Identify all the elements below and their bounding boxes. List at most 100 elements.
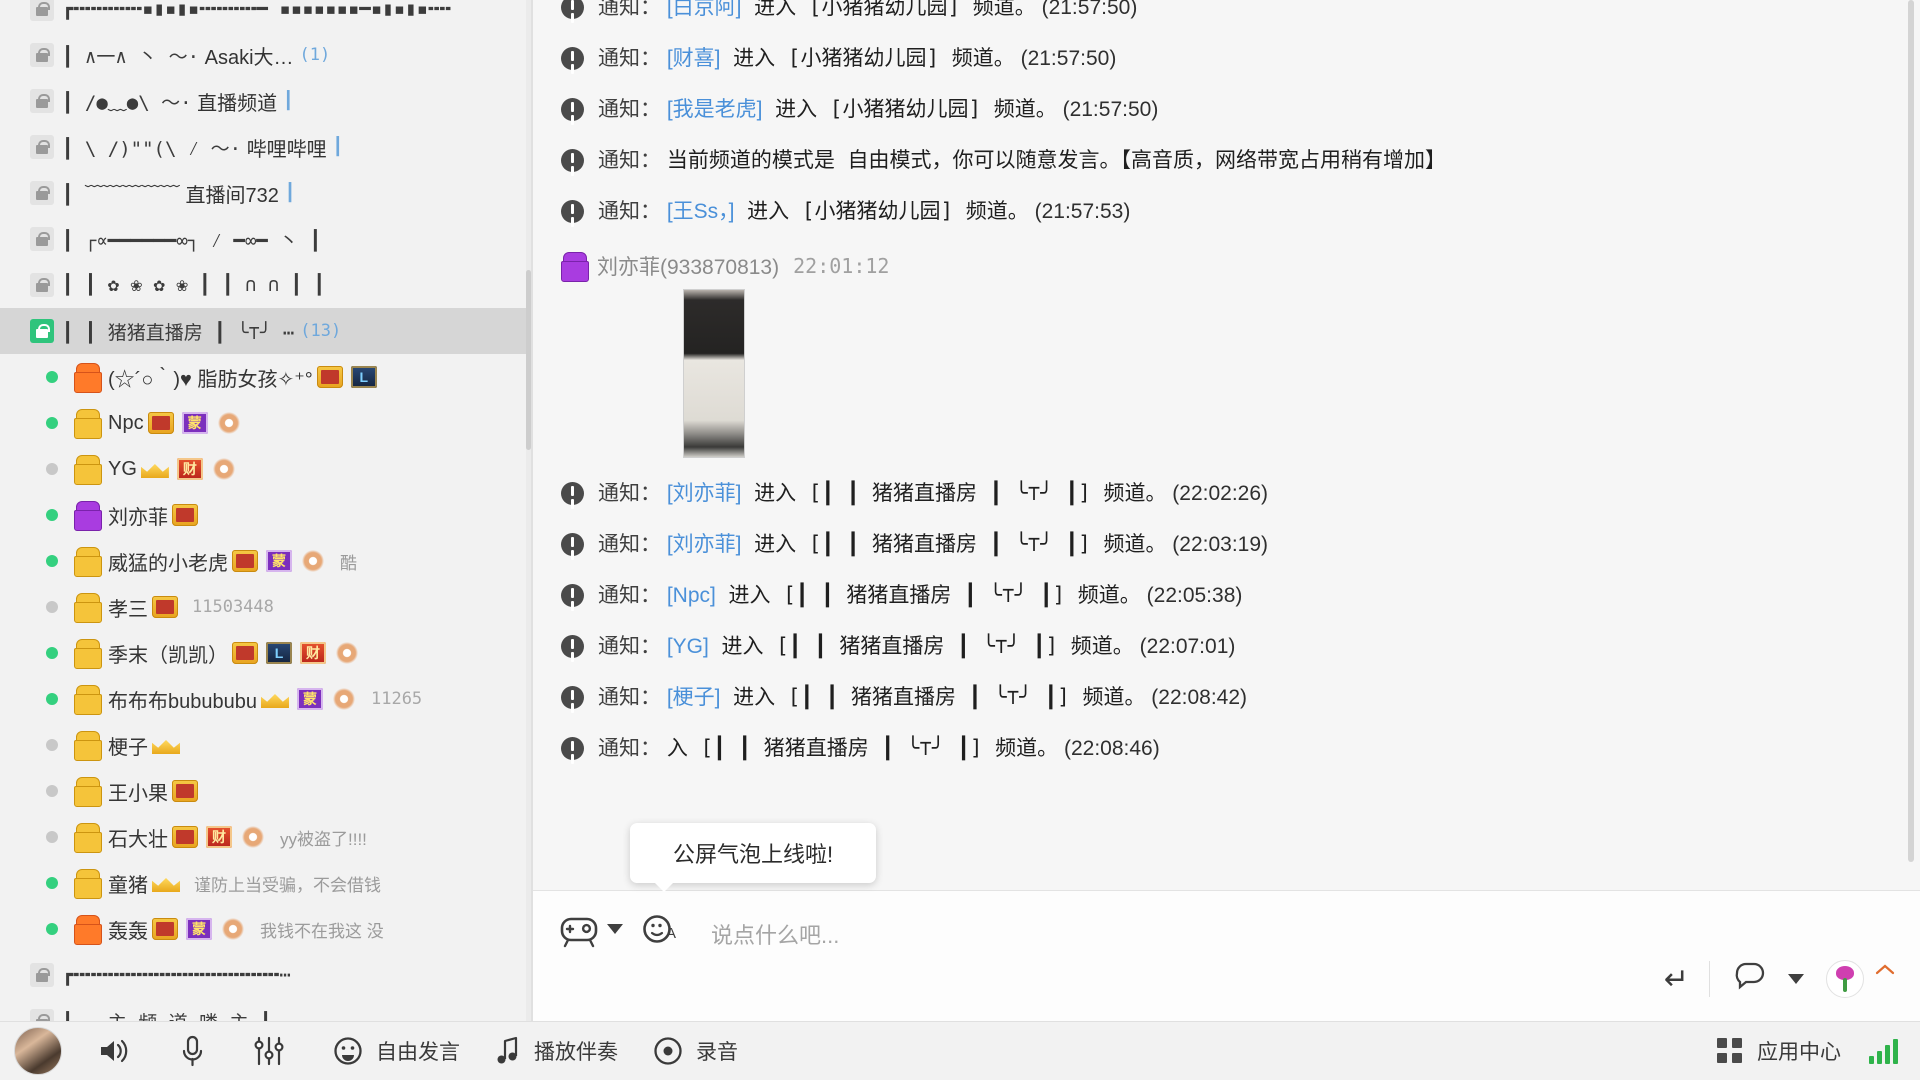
free-speech-label: 自由发言 [376, 1041, 460, 1064]
channel-row[interactable]: ┃ ▬ 主 频 道 喽 主 ┃ ⋯ [0, 998, 531, 1022]
mixer-button[interactable] [252, 1035, 298, 1067]
status-bar-right[interactable]: 应用中心 [1717, 1036, 1898, 1066]
system-message: 通知： [我是老虎] 进入 [小猪猪幼儿园] 频道。 (21:57:50) [561, 84, 1920, 135]
online-status-dot [46, 831, 58, 843]
bottom-status-bar[interactable]: 自由发言 播放伴奏 录音 应用中心 [0, 1021, 1920, 1080]
online-status-dot [46, 739, 58, 751]
notice-prefix: 通知： [598, 635, 661, 658]
member-row[interactable]: 石大壮 财 yy被盗了!!!! [0, 814, 531, 860]
system-message-text: 通知： 当前频道的模式是 自由模式，你可以随意发言。【高音质，网络带宽占用稍有增… [598, 145, 1446, 176]
notice-body: 进入 [┃ ┃ 猪猪直播房 ┃ ╰⊤╯ ┃] 频道。 [708, 634, 1134, 658]
notice-username[interactable]: [YG] [667, 635, 709, 658]
member-avatar-icon [74, 731, 102, 761]
microphone-button[interactable] [178, 1034, 218, 1068]
system-message-text: 通知： [我是老虎] 进入 [小猪猪幼儿园] 频道。 (21:57:50) [598, 94, 1158, 125]
channel-tree[interactable]: ┏╍╍╍╍╍╍▪▮▪▮▪╍╍╍╍╍━ ▪▪▪▪▪▪▪━▪▮▪▮▪╍╍ ┃ ∧一∧ … [0, 0, 531, 1022]
notice-username[interactable]: [梗子] [667, 686, 721, 709]
channel-row[interactable]: ┃ /●﹏●\ ～· 直播频道 ┃ [0, 78, 531, 124]
bubble-chevron-down-icon[interactable] [1788, 974, 1804, 984]
message-input-bar[interactable]: A 说点什么吧... ↵ [533, 890, 1920, 1023]
channel-row[interactable]: ┃ ┃ ✿ ❀ ✿ ❀ ┃ ┃ ∩ ∩ ┃ ┃ [0, 262, 531, 308]
member-row[interactable]: YG 财 [0, 446, 531, 492]
member-row[interactable]: 梗子 [0, 722, 531, 768]
channel-art: ┃ ▬ 主 频 道 喽 主 ┃ ⋯ [62, 1008, 294, 1023]
channel-row[interactable]: ┃ ┌∝━━━━━━∞┐ ⁄ ━∞━ 丶 ┃ [0, 216, 531, 262]
notice-username[interactable]: [我是老虎] [667, 98, 763, 121]
notice-body: 当前频道的模式是 自由模式，你可以随意发言。【高音质，网络带宽占用稍有增加】 [666, 148, 1446, 172]
notice-username[interactable]: [财喜] [667, 47, 721, 70]
notice-body: 进入 [小猪猪幼儿园] 频道。 [762, 97, 1057, 121]
input-toolbar[interactable]: A [557, 907, 681, 951]
message-input-placeholder[interactable]: 说点什么吧... [711, 918, 839, 950]
notice-prefix: 通知： [598, 149, 661, 172]
badge-crown-icon [152, 918, 178, 940]
member-row[interactable]: 刘亦菲 [0, 492, 531, 538]
online-status-dot [46, 785, 58, 797]
user-message: 刘亦菲(933870813) 22:01:12 [561, 237, 1920, 468]
sender-nickname[interactable]: 刘亦菲(933870813) [597, 251, 779, 281]
message-image[interactable] [683, 289, 745, 458]
badge-ring-icon [300, 548, 326, 574]
member-row[interactable]: 季末（凯凯） L 财 [0, 630, 531, 676]
badge-ring-icon [220, 916, 246, 942]
channel-row[interactable]: ┃ \ /)""(\ ⁄ ～· 哔哩哔哩 ┃ [0, 124, 531, 170]
grid-icon[interactable] [1717, 1038, 1743, 1064]
notice-username[interactable]: [白京阿] [667, 0, 742, 19]
chat-message-panel[interactable]: 通知： [白京阿] 进入 [小猪猪幼儿园] 频道。 (21:57:50) 通知： … [533, 0, 1920, 890]
member-row[interactable]: (☆´○｀)♥ 脂肪女孩✧⁺° L [0, 354, 531, 400]
enter-arrow-icon[interactable]: ↵ [1664, 962, 1689, 997]
play-accompaniment-button[interactable]: 播放伴奏 [494, 1035, 618, 1067]
speaker-icon [96, 1035, 132, 1067]
badge-crown-icon [172, 826, 198, 848]
record-button[interactable]: 录音 [652, 1035, 738, 1067]
online-status-dot [46, 647, 58, 659]
badge-ring-icon [215, 410, 242, 436]
user-avatar[interactable] [14, 1027, 62, 1075]
gamepad-icon[interactable] [557, 907, 601, 951]
chat-scrollbar-track[interactable] [1908, 0, 1914, 890]
flower-icon[interactable] [1826, 960, 1864, 998]
chevron-down-icon[interactable] [607, 924, 623, 934]
chat-bubble-icon[interactable] [1730, 957, 1774, 1001]
member-row[interactable]: 威猛的小老虎 蒙 酷 [0, 538, 531, 584]
chat-scrollbar-thumb[interactable] [1908, 0, 1914, 862]
badge-cai-icon: 财 [300, 642, 326, 664]
chevron-up-icon[interactable] [1872, 957, 1898, 1001]
badge-ring-icon [210, 456, 237, 482]
channel-art: ┃ ┃ 猪猪直播房 ┃ ╰⊤╯ ⋯ [62, 321, 295, 344]
member-name: 刘亦菲 [108, 506, 168, 529]
member-avatar-icon [74, 501, 102, 531]
member-row[interactable]: 童猪 谨防上当受骗，不会借钱 [0, 860, 531, 906]
channel-row[interactable]: ┃ ﹋﹋﹋﹋﹋ 直播间732 ┃ [0, 170, 531, 216]
notice-username[interactable]: [刘亦菲] [667, 482, 742, 505]
member-row[interactable]: 轰轰 蒙 我钱不在我这 没 [0, 906, 531, 952]
channel-row[interactable]: ┏╍╍╍╍╍╍╍╍╍╍╍╍╍╍╍╍╍╍⋯ [0, 952, 531, 998]
channel-member-sidebar[interactable]: ┏╍╍╍╍╍╍▪▮▪▮▪╍╍╍╍╍━ ▪▪▪▪▪▪▪━▪▮▪▮▪╍╍ ┃ ∧一∧ … [0, 0, 531, 1022]
member-row[interactable]: 王小果 [0, 768, 531, 814]
input-right-actions[interactable]: ↵ [1664, 957, 1898, 1001]
badge-gold-crown-icon [261, 689, 289, 709]
badge-ring-icon [334, 640, 360, 666]
speaker-button[interactable] [96, 1035, 144, 1067]
channel-row[interactable]: ┏╍╍╍╍╍╍▪▮▪▮▪╍╍╍╍╍━ ▪▪▪▪▪▪▪━▪▮▪▮▪╍╍ [0, 0, 531, 32]
notice-username[interactable]: [Npc] [667, 584, 716, 607]
member-avatar-icon [74, 639, 102, 669]
channel-name: 哔哩哔哩 [241, 138, 327, 161]
member-row[interactable]: Npc 蒙 [0, 400, 531, 446]
member-row[interactable]: 布布布bubububu 蒙 11265 [0, 676, 531, 722]
channel-row[interactable]: ┃ ∧一∧ 丶 ～· Asaki大… (1) [0, 32, 531, 78]
badge-meng-icon: 蒙 [181, 412, 208, 434]
emoji-text-icon[interactable]: A [637, 907, 681, 951]
channel-row[interactable]: ┃ ┃ 猪猪直播房 ┃ ╰⊤╯ ⋯ (13) [0, 308, 531, 354]
notice-username[interactable]: [王Ss，] [667, 200, 735, 223]
mixer-icon [252, 1035, 286, 1067]
channel-user-count: ┃ [332, 137, 343, 157]
channel-art: ┏╍╍╍╍╍╍╍╍╍╍╍╍╍╍╍╍╍╍⋯ [62, 964, 291, 986]
music-note-icon [494, 1035, 522, 1067]
free-speech-button[interactable]: 自由发言 [332, 1035, 460, 1067]
app-center-button[interactable]: 应用中心 [1757, 1036, 1841, 1066]
notice-body: 进入 [┃ ┃ 猪猪直播房 ┃ ╰⊤╯ ┃] 频道。 [720, 685, 1146, 709]
member-row[interactable]: 孝三 11503448 [0, 584, 531, 630]
badge-cai-icon: 财 [206, 826, 232, 848]
notice-username[interactable]: [刘亦菲] [667, 533, 742, 556]
